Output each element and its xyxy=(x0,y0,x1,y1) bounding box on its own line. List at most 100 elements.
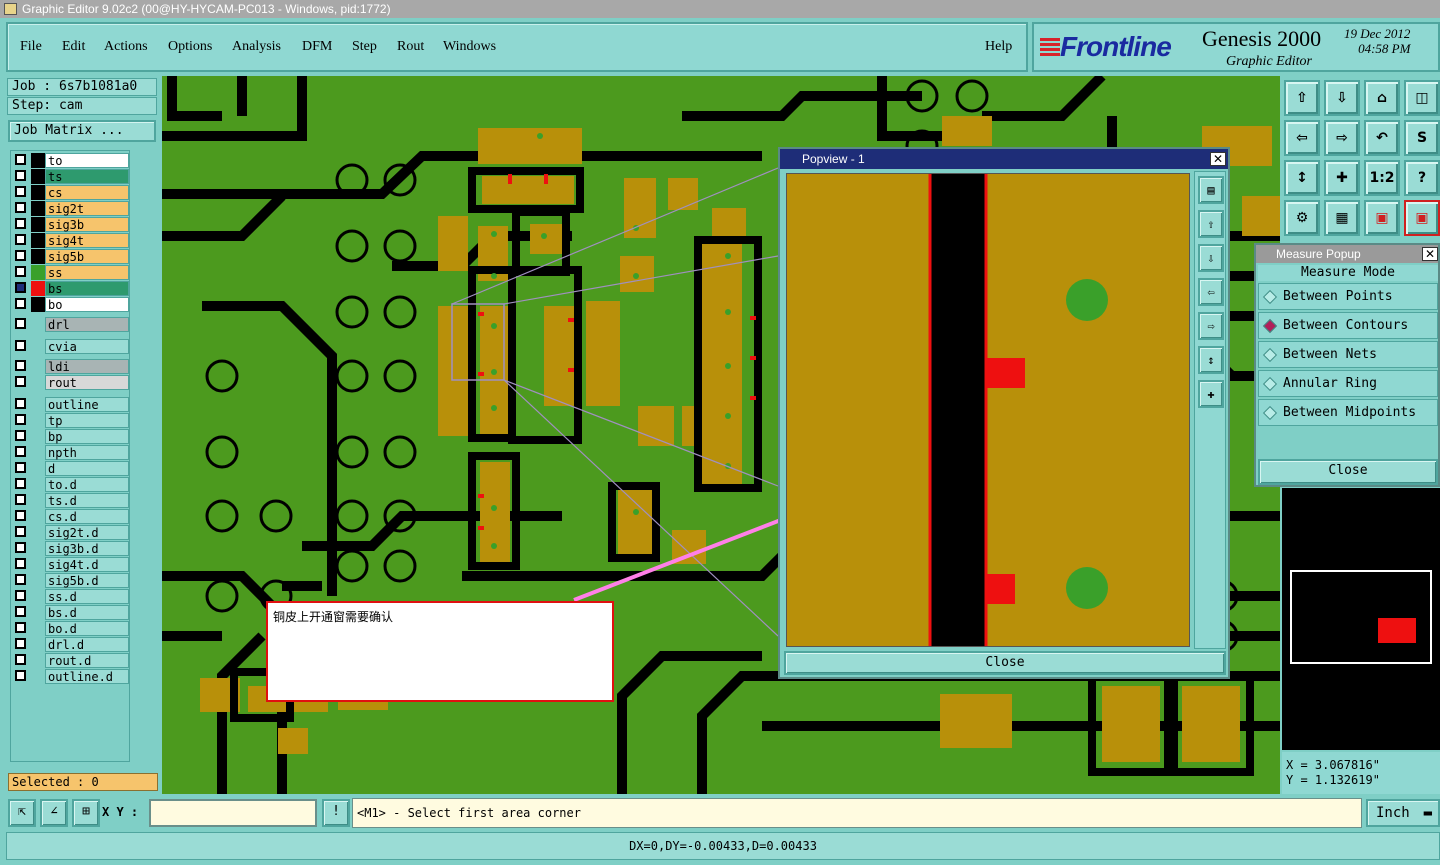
measure-close-icon[interactable]: ✕ xyxy=(1422,247,1438,261)
layer-row[interactable]: sig4t xyxy=(11,233,131,248)
layer-row[interactable]: sig5b.d xyxy=(11,573,131,588)
units-selector[interactable]: Inch ▬ xyxy=(1366,799,1440,827)
layer-checkbox[interactable] xyxy=(15,606,26,617)
home-icon[interactable]: ⌂ xyxy=(1364,80,1400,116)
layer-row[interactable]: drl xyxy=(11,317,131,332)
xy-input[interactable] xyxy=(149,799,317,827)
annotation-note[interactable]: 铜皮上开通窗需要确认 xyxy=(266,601,614,702)
zoom-box-icon[interactable]: ⇱ xyxy=(8,799,36,827)
layer-row[interactable]: sig2t xyxy=(11,201,131,216)
layer-checkbox[interactable] xyxy=(15,414,26,425)
menu-analysis[interactable]: Analysis xyxy=(232,39,281,55)
layer-row[interactable]: ldi xyxy=(11,359,131,374)
menu-rout[interactable]: Rout xyxy=(397,39,424,55)
layer-checkbox[interactable] xyxy=(15,218,26,229)
fit-vertical-icon[interactable]: ↕ xyxy=(1284,160,1320,196)
home-up-icon[interactable]: ⇧ xyxy=(1284,80,1320,116)
layer-row[interactable]: sig5b xyxy=(11,249,131,264)
popview-canvas[interactable] xyxy=(786,173,1190,647)
layer-checkbox[interactable] xyxy=(15,398,26,409)
layer-checkbox[interactable] xyxy=(15,298,26,309)
layer-checkbox[interactable] xyxy=(15,154,26,165)
layer-row[interactable]: sig3b.d xyxy=(11,541,131,556)
measure-option[interactable]: Between Points xyxy=(1258,283,1438,310)
zoom-fit-icon[interactable]: ↕ xyxy=(1198,346,1224,374)
menu-windows[interactable]: Windows xyxy=(443,39,496,55)
popview-close-icon[interactable]: ✕ xyxy=(1210,152,1226,166)
move-left-icon[interactable]: ⇦ xyxy=(1284,120,1320,156)
layer-row[interactable]: d xyxy=(11,461,131,476)
help-icon[interactable]: ? xyxy=(1404,160,1440,196)
layer-checkbox[interactable] xyxy=(15,558,26,569)
layer-checkbox[interactable] xyxy=(15,494,26,505)
layer-row[interactable]: tp xyxy=(11,413,131,428)
layer-row[interactable]: outline xyxy=(11,397,131,412)
layer-row[interactable]: cs.d xyxy=(11,509,131,524)
zoom-down-icon[interactable]: ⇩ xyxy=(1198,244,1224,272)
layer-row[interactable]: bs.d xyxy=(11,605,131,620)
layer-checkbox[interactable] xyxy=(15,360,26,371)
zoom-window-icon[interactable]: ▤ xyxy=(1198,176,1224,204)
layer-row[interactable]: bs xyxy=(11,281,131,296)
menu-edit[interactable]: Edit xyxy=(62,39,85,55)
layer-checkbox[interactable] xyxy=(15,638,26,649)
rotate-icon[interactable]: ↶ xyxy=(1364,120,1400,156)
layer-row[interactable]: ts xyxy=(11,169,131,184)
measure-option[interactable]: Between Contours xyxy=(1258,312,1438,339)
measure-angle-icon[interactable]: ∠ xyxy=(40,799,68,827)
measure-close-button[interactable]: Close xyxy=(1258,459,1438,485)
layer-checkbox[interactable] xyxy=(15,622,26,633)
network-active-icon[interactable]: ▣ xyxy=(1404,200,1440,236)
layer-checkbox[interactable] xyxy=(15,446,26,457)
layer-checkbox[interactable] xyxy=(15,654,26,665)
layer-row[interactable]: bo.d xyxy=(11,621,131,636)
layer-row[interactable]: rout xyxy=(11,375,131,390)
layer-checkbox[interactable] xyxy=(15,186,26,197)
layer-checkbox[interactable] xyxy=(15,340,26,351)
panel-icon[interactable]: ◫ xyxy=(1404,80,1440,116)
measure-option[interactable]: Between Nets xyxy=(1258,341,1438,368)
layer-checkbox[interactable] xyxy=(15,250,26,261)
layer-row[interactable]: to.d xyxy=(11,477,131,492)
popview-close-button[interactable]: Close xyxy=(784,651,1226,675)
layer-checkbox[interactable] xyxy=(15,574,26,585)
layer-row[interactable]: outline.d xyxy=(11,669,131,684)
layer-checkbox[interactable] xyxy=(15,670,26,681)
move-right-icon[interactable]: ⇨ xyxy=(1324,120,1360,156)
tools-icon[interactable]: ⚙ xyxy=(1284,200,1320,236)
layer-checkbox[interactable] xyxy=(15,266,26,277)
layer-row[interactable]: drl.d xyxy=(11,637,131,652)
home-down-icon[interactable]: ⇩ xyxy=(1324,80,1360,116)
measure-option[interactable]: Between Midpoints xyxy=(1258,399,1438,426)
info-icon[interactable]: ! xyxy=(322,799,350,827)
menu-file[interactable]: File xyxy=(20,39,42,55)
layer-checkbox[interactable] xyxy=(15,542,26,553)
layer-checkbox[interactable] xyxy=(15,318,26,329)
layer-row[interactable]: ss xyxy=(11,265,131,280)
menu-dfm[interactable]: DFM xyxy=(302,39,332,55)
menu-options[interactable]: Options xyxy=(168,39,212,55)
layer-row[interactable]: ts.d xyxy=(11,493,131,508)
layer-row[interactable]: sig2t.d xyxy=(11,525,131,540)
layer-checkbox[interactable] xyxy=(15,282,26,293)
menu-actions[interactable]: Actions xyxy=(104,39,148,55)
scale-1-2-icon[interactable]: 1:2 xyxy=(1364,160,1400,196)
menu-step[interactable]: Step xyxy=(352,39,377,55)
layer-checkbox[interactable] xyxy=(15,376,26,387)
layer-row[interactable]: rout.d xyxy=(11,653,131,668)
measure-option[interactable]: Annular Ring xyxy=(1258,370,1438,397)
layer-row[interactable]: ss.d xyxy=(11,589,131,604)
layer-row[interactable]: cvia xyxy=(11,339,131,354)
network-icon[interactable]: ▣ xyxy=(1364,200,1400,236)
grid-icon[interactable]: ▦ xyxy=(1324,200,1360,236)
layer-checkbox[interactable] xyxy=(15,478,26,489)
layer-row[interactable]: bo xyxy=(11,297,131,312)
layer-checkbox[interactable] xyxy=(15,510,26,521)
layer-checkbox[interactable] xyxy=(15,526,26,537)
layer-row[interactable]: to xyxy=(11,153,131,168)
layer-checkbox[interactable] xyxy=(15,462,26,473)
s-curve-icon[interactable]: S xyxy=(1404,120,1440,156)
snap-grid-icon[interactable]: ⊞ xyxy=(72,799,100,827)
layer-checkbox[interactable] xyxy=(15,170,26,181)
layer-row[interactable]: bp xyxy=(11,429,131,444)
